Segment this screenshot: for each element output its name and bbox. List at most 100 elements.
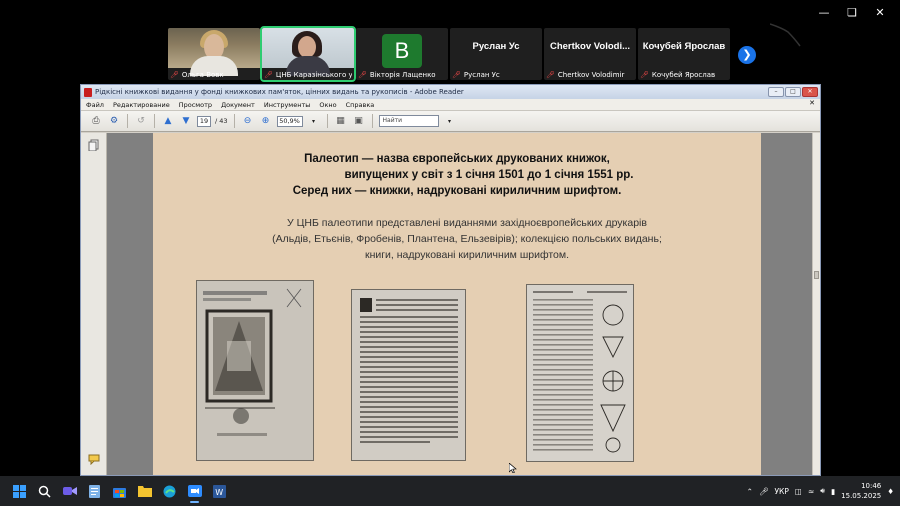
close-icon[interactable]: ✕	[802, 87, 818, 97]
participant-tile[interactable]: Кочубей Ярослав 🎤︎ Кочубей Ярослав	[638, 28, 730, 80]
participant-display-name: Кочубей Ярослав	[642, 41, 726, 52]
close-icon[interactable]: ✕	[866, 4, 894, 22]
participant-name: 🎤︎ ЦНБ Каразінського уніве...	[264, 71, 352, 79]
body-line: книги, надруковані кириличним шрифтом.	[364, 249, 570, 261]
annotation-scribble	[770, 23, 801, 47]
mic-off-icon: 🎤︎	[640, 71, 649, 79]
heading-line: Палеотип — назва європейських друкованих…	[304, 153, 610, 165]
language-indicator[interactable]: УКР	[774, 487, 788, 496]
menu-window[interactable]: Окно	[319, 101, 336, 109]
meet-icon[interactable]	[57, 479, 82, 503]
pages-icon[interactable]	[88, 139, 100, 151]
battery-icon[interactable]: ▮	[831, 487, 835, 496]
book-scan-text	[351, 289, 466, 461]
comments-icon[interactable]	[88, 453, 100, 465]
clock-date: 15.05.2025	[841, 492, 882, 500]
page-viewer[interactable]: Палеотип — назва європейських друкованих…	[107, 133, 820, 475]
store-icon[interactable]	[107, 479, 132, 503]
volume-icon[interactable]: 🔊︎	[820, 486, 825, 496]
participant-name: 🎤︎ Ольга Вовк	[170, 71, 224, 79]
menu-help[interactable]: Справка	[346, 101, 375, 109]
participant-display-name: Руслан Ус	[472, 41, 520, 52]
navigation-pane	[81, 133, 107, 475]
file-explorer-icon[interactable]	[132, 479, 157, 503]
minimize-icon[interactable]: —	[810, 4, 838, 22]
participant-name: 🎤︎ Кочубей Ярослав	[640, 71, 716, 79]
microphone-icon[interactable]: 🎤︎	[759, 487, 769, 496]
share-icon[interactable]: ⚙	[107, 114, 121, 128]
edge-icon[interactable]	[157, 479, 182, 503]
book-scan-diagrams	[526, 284, 634, 462]
adobe-reader-window: Рідкісні книжкові видання у фонді книжко…	[80, 84, 821, 476]
full-screen-icon[interactable]: ▣	[352, 114, 366, 128]
window-title: Рідкісні книжкові видання у фонді книжко…	[95, 88, 464, 96]
taskbar: W ⌃ 🎤︎ УКР ◫ ≈ 🔊︎ ▮ 10:46 15.05.2025 ♦	[0, 476, 900, 506]
zoom-input[interactable]: 50,9%	[276, 115, 303, 127]
participant-tile[interactable]: 🎤︎ Ольга Вовк	[168, 28, 260, 80]
mic-off-icon: 🎤︎	[170, 71, 179, 79]
page-number-input[interactable]: 19	[197, 115, 211, 127]
participant-tile[interactable]: Chertkov Volodi... 🎤︎ Chertkov Volodimir	[544, 28, 636, 80]
slide-body: У ЦНБ палеотипи представлені виданнями з…	[213, 215, 721, 263]
find-dropdown-icon[interactable]: ▾	[443, 114, 457, 128]
toolbar-separator	[154, 114, 155, 128]
scrollbar-thumb[interactable]	[814, 271, 819, 279]
body-line: (Альдів, Етьєнів, Фробенів, Плантена, Ел…	[272, 233, 662, 245]
heading-line: Серед них — книжки, надруковані кириличн…	[292, 185, 622, 197]
participant-video	[262, 28, 354, 76]
zoom-dropdown-icon[interactable]: ▾	[307, 114, 321, 128]
mic-off-icon: 🎤︎	[264, 71, 273, 79]
heading-line: випущених у світ з 1 січня 1501 до 1 січ…	[344, 169, 634, 181]
close-document-icon[interactable]: ✕	[809, 99, 815, 107]
search-icon[interactable]	[32, 479, 57, 503]
toolbar-separator	[233, 114, 235, 128]
start-icon[interactable]	[7, 479, 32, 503]
participant-strip: 🎤︎ Ольга Вовк 🎤︎ ЦНБ Каразінського уніве…	[168, 26, 730, 82]
participant-video	[168, 28, 260, 76]
window-titlebar[interactable]: Рідкісні книжкові видання у фонді книжко…	[81, 85, 820, 99]
participant-tile[interactable]: Руслан Ус 🎤︎ Руслан Ус	[450, 28, 542, 80]
menu-file[interactable]: Файл	[86, 101, 104, 109]
menu-bar: Файл Редактирование Просмотр Документ Ин…	[81, 99, 820, 110]
book-scan-engraving	[196, 280, 314, 461]
participant-name: 🎤︎ Chertkov Volodimir	[546, 71, 625, 79]
toolbar-separator	[326, 114, 328, 128]
zoom-out-icon[interactable]: ⊖	[241, 114, 255, 128]
participant-tile[interactable]: В 🎤︎ Вікторія Лащенко	[356, 28, 448, 80]
next-participants-button[interactable]: ❯	[738, 46, 756, 64]
prev-page-icon[interactable]: ▲	[161, 114, 175, 128]
menu-view[interactable]: Просмотр	[179, 101, 212, 109]
chevron-up-icon[interactable]: ⌃	[747, 487, 753, 496]
maximize-icon[interactable]: □	[785, 87, 801, 97]
back-icon[interactable]: ↺	[134, 114, 148, 128]
screen-icon[interactable]: ◫	[795, 487, 802, 496]
vertical-scrollbar[interactable]	[812, 133, 820, 475]
fit-page-icon[interactable]: ▦	[334, 114, 348, 128]
mic-off-icon: 🎤︎	[452, 71, 461, 79]
system-tray: ⌃ 🎤︎ УКР ◫ ≈ 🔊︎ ▮ 10:46 15.05.2025 ♦	[747, 476, 900, 506]
svg-text:W: W	[215, 488, 223, 497]
next-page-icon[interactable]: ▼	[179, 114, 193, 128]
menu-tools[interactable]: Инструменты	[264, 101, 311, 109]
participant-tile-active[interactable]: 🎤︎ ЦНБ Каразінського уніве...	[260, 26, 356, 82]
zoom-in-icon[interactable]: ⊕	[259, 114, 273, 128]
clock[interactable]: 10:46 15.05.2025	[841, 481, 881, 501]
notification-bell-icon[interactable]: ♦	[887, 487, 894, 496]
avatar: В	[382, 34, 422, 68]
menu-document[interactable]: Документ	[221, 101, 255, 109]
find-input[interactable]: Найти	[378, 115, 439, 127]
menu-edit[interactable]: Редактирование	[113, 101, 170, 109]
print-icon[interactable]: ⎙	[89, 114, 103, 128]
pdf-page: Палеотип — назва європейських друкованих…	[153, 133, 761, 475]
window-controls: — ❏ ✕	[810, 4, 894, 22]
participant-name: 🎤︎ Руслан Ус	[452, 71, 500, 79]
minimize-icon[interactable]: –	[768, 87, 784, 97]
wifi-icon[interactable]: ≈	[808, 487, 814, 496]
zoom-app-icon[interactable]	[182, 479, 207, 503]
restore-icon[interactable]: ❏	[838, 4, 866, 22]
page-total: / 43	[215, 117, 228, 125]
participant-display-name: Chertkov Volodi...	[549, 41, 631, 52]
pdf-icon	[84, 87, 92, 97]
notepad-icon[interactable]	[82, 479, 107, 503]
word-icon[interactable]: W	[207, 479, 232, 503]
